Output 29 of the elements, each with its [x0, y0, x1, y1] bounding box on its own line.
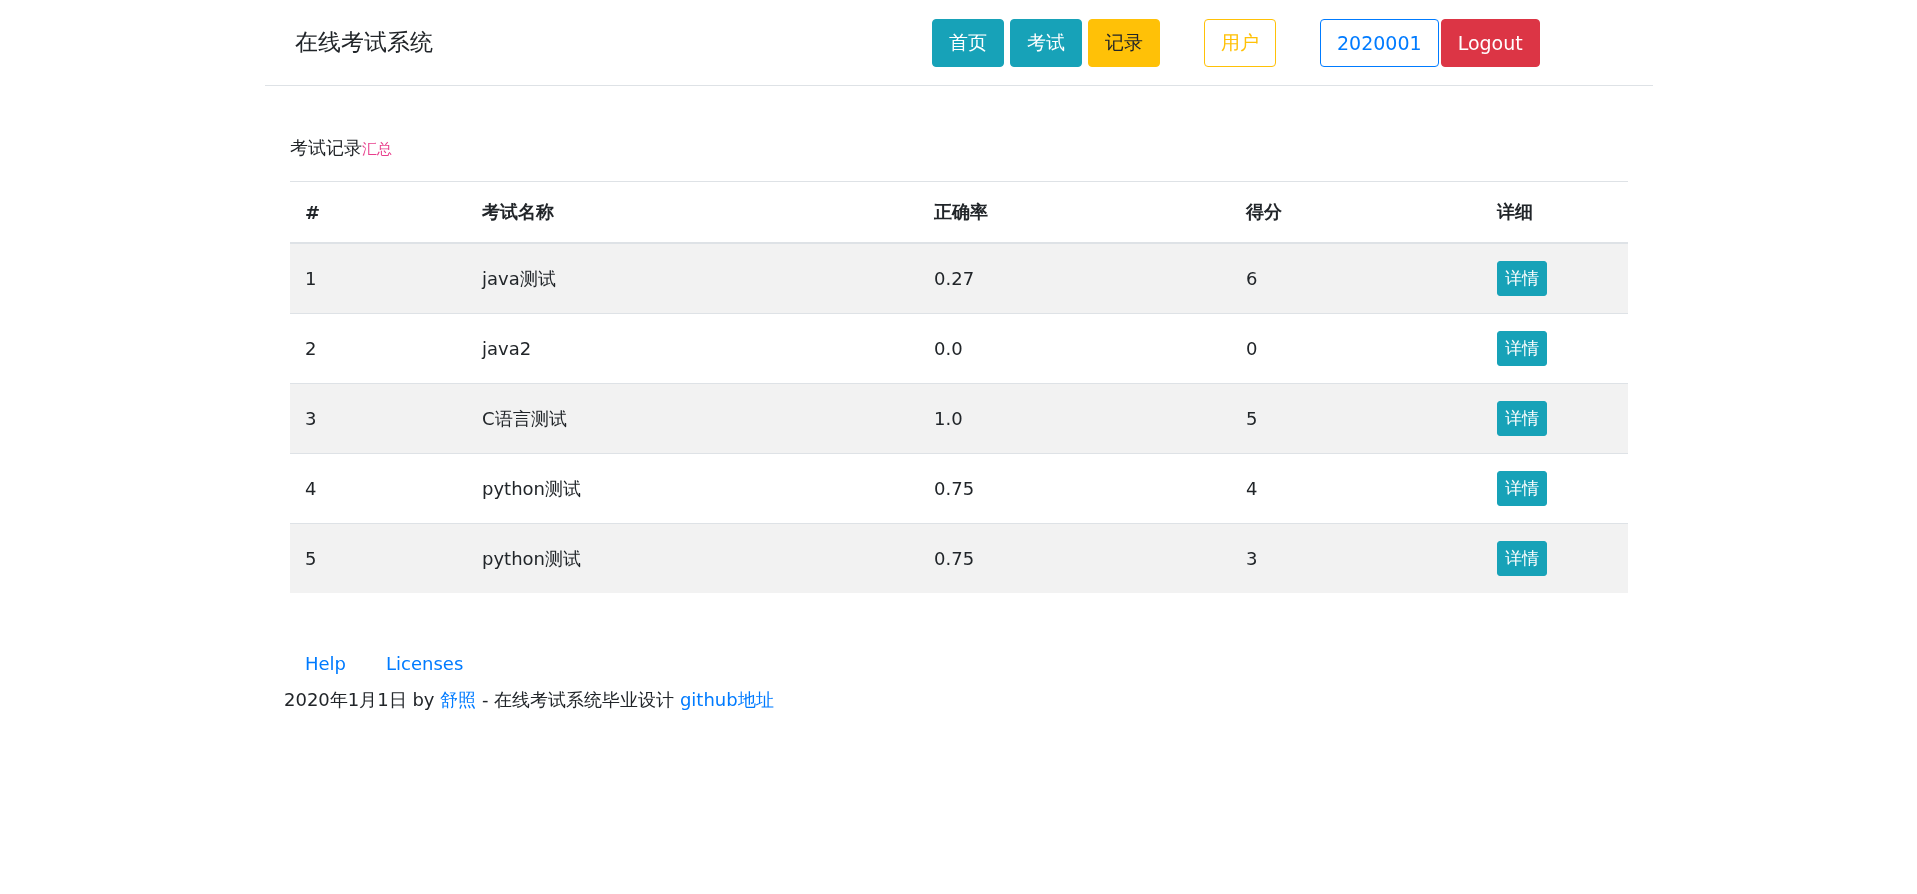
table-cell: 3	[290, 383, 467, 454]
footer-link[interactable]: Licenses	[386, 653, 464, 674]
table-cell: java测试	[467, 243, 919, 314]
table-cell: 0.27	[919, 243, 1231, 314]
credit-link[interactable]: github地址	[679, 689, 774, 710]
details-button[interactable]: 详情	[1497, 261, 1547, 296]
table-cell: C语言测试	[467, 383, 919, 454]
table-cell: 1	[290, 243, 467, 314]
nav-button[interactable]: 首页	[932, 18, 1004, 67]
table-cell: 5	[290, 523, 467, 593]
details-button[interactable]: 详情	[1497, 331, 1547, 366]
table-cell: 1.0	[919, 383, 1231, 454]
nav-button[interactable]: 2020001	[1320, 18, 1439, 67]
table-cell: 0.75	[919, 523, 1231, 593]
nav-button[interactable]: 考试	[1010, 18, 1082, 67]
footer-link[interactable]: Help	[305, 653, 347, 674]
credit-link[interactable]: 舒照	[440, 689, 477, 710]
details-button[interactable]: 详情	[1497, 401, 1547, 436]
footer-credit: 2020年1月1日 by 舒照 - 在线考试系统毕业设计 github地址	[284, 688, 775, 712]
details-button[interactable]: 详情	[1497, 541, 1547, 576]
nav-button[interactable]: Logout	[1440, 18, 1540, 67]
table-cell: python测试	[467, 523, 919, 593]
table-cell: 3	[1231, 523, 1482, 593]
table-cell: 6	[1231, 243, 1482, 314]
page-heading: 考试记录汇总	[290, 136, 393, 160]
details-button[interactable]: 详情	[1497, 471, 1547, 506]
table-cell: 5	[1231, 383, 1482, 454]
nav-button[interactable]: 记录	[1088, 18, 1160, 67]
site-brand[interactable]: 在线考试系统	[295, 27, 932, 58]
